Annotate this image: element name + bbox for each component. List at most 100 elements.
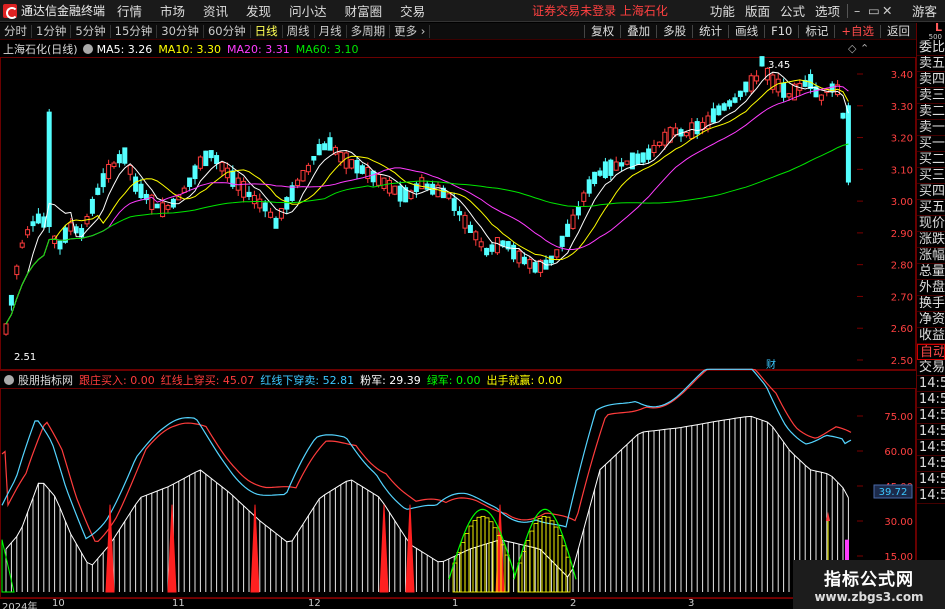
panel-item[interactable]: 买二 (917, 152, 945, 168)
panel-item[interactable]: 涨幅 (917, 248, 945, 264)
candle-body (343, 152, 349, 169)
price-tick-label: 3.40 (891, 70, 913, 81)
candle-body (127, 164, 133, 175)
candle-body (273, 217, 279, 229)
candle-body (732, 97, 738, 103)
candle-body (111, 162, 117, 168)
candle-body (122, 147, 128, 164)
panel-item[interactable]: 涨跌 (917, 232, 945, 248)
candle-body (511, 244, 517, 260)
candle-body (521, 256, 527, 265)
candle-body (435, 184, 441, 198)
candle-body (106, 164, 112, 180)
candle-body (246, 191, 252, 198)
yellow-bar (464, 533, 470, 593)
indicator-name[interactable]: 股朋指标网 (18, 372, 73, 388)
chart-settings-icons[interactable]: ◇ ⌃ (848, 42, 869, 55)
candle-body (818, 94, 824, 101)
red-line (1, 368, 852, 543)
red-spike (405, 504, 415, 593)
trade-time: 14:56 (917, 392, 945, 408)
panel-item[interactable]: 卖五 (917, 56, 945, 72)
red-spike (167, 504, 177, 593)
candle-body (737, 90, 743, 97)
panel-item[interactable]: 委比 (917, 40, 945, 56)
price-tick-label: 2.70 (891, 292, 913, 303)
candle-body (19, 242, 25, 248)
low-label: 2.51 (14, 352, 36, 363)
yellow-bar (529, 530, 535, 593)
candle-body (95, 187, 101, 195)
candle-body (716, 105, 722, 116)
panel-item[interactable]: 现价 (917, 216, 945, 232)
panel-item[interactable]: 买五 (917, 200, 945, 216)
panel-item[interactable]: 换手 (917, 296, 945, 312)
panel-item[interactable]: 卖四 (917, 72, 945, 88)
candle-body (311, 156, 317, 161)
eye-icon[interactable] (4, 375, 14, 385)
green-line (1, 539, 15, 593)
candle-body (581, 192, 587, 202)
panel-item[interactable]: 买三 (917, 168, 945, 184)
candle-body (597, 170, 603, 176)
candle-body (133, 176, 139, 192)
side-panel: L 500 委比 卖五 卖四 卖三 卖二 卖一 买一 买二 买三 买四 买五 现… (916, 22, 945, 609)
yellow-bar (545, 516, 551, 593)
panel-item[interactable]: 买一 (917, 136, 945, 152)
red-spike (379, 504, 389, 593)
candle-body (197, 156, 203, 169)
corner-n: 500 (928, 33, 942, 41)
panel-item[interactable]: 总量 (917, 264, 945, 280)
yellow-bar (553, 526, 559, 593)
cai-label: 财 (766, 358, 776, 371)
candle-body (662, 131, 668, 146)
candle-body (257, 198, 263, 209)
candle-body (446, 193, 452, 199)
indicator-green-army: 绿军: 0.00 (426, 374, 481, 387)
candle-body (624, 160, 630, 165)
candle-body (30, 221, 36, 227)
eye-icon[interactable] (82, 44, 93, 54)
candle-body (35, 213, 41, 224)
candle-body (457, 211, 463, 216)
panel-tab-auto[interactable]: 自动 (917, 344, 945, 360)
main-chart-legend: 上海石化(日线) MA5: 3.26 MA10: 3.30 MA20: 3.31… (0, 41, 364, 57)
stock-name[interactable]: 上海石化(日线) (0, 41, 78, 57)
candle-body (278, 207, 284, 219)
candle-body (592, 171, 598, 185)
panel-item[interactable]: 外盘 (917, 280, 945, 296)
candle-body (316, 144, 322, 156)
candle-body (338, 151, 344, 163)
panel-item[interactable]: 净资 (917, 312, 945, 328)
candle-body (386, 179, 392, 194)
indicator-red-down-sell: 红线下穿卖: 52.81 (260, 374, 355, 387)
candle-body (3, 323, 9, 335)
kline-chart[interactable]: 3.40 3.30 3.20 3.10 3.00 2.90 2.80 2.70 2.60 2.50… (0, 0, 916, 598)
price-tick-label: 3.00 (891, 197, 913, 208)
indicator-tick-label: 30.00 (884, 517, 913, 528)
indicator-legend: 股朋指标网 跟庄买入: 0.00 红线上穿买: 45.07 红线下穿卖: 52.… (0, 372, 568, 388)
panel-item[interactable]: 卖二 (917, 104, 945, 120)
candle-body (349, 159, 355, 169)
candle-body (370, 170, 376, 183)
price-tick-label: 2.50 (891, 356, 913, 367)
date-label: 2 (570, 598, 577, 609)
candle-body (775, 78, 781, 93)
trade-time: 14:56 (917, 376, 945, 392)
yellow-bar (533, 523, 539, 593)
candle-body (473, 231, 479, 241)
candle-body (786, 93, 792, 98)
candle-body (527, 259, 533, 269)
panel-item[interactable]: 卖一 (917, 120, 945, 136)
panel-item[interactable]: 卖三 (917, 88, 945, 104)
candle-body (208, 150, 214, 159)
panel-item[interactable]: 买四 (917, 184, 945, 200)
panel-item[interactable]: 收益 (917, 328, 945, 344)
ma10-label: MA10: 3.30 (158, 42, 222, 56)
panel-tab-trade[interactable]: 交易 (917, 360, 945, 376)
panel-corner: L 500 (917, 22, 945, 41)
candle-body (613, 161, 619, 171)
candle-body (554, 249, 560, 258)
indicator-tick-label: 75.00 (884, 412, 913, 423)
histogram-outline (5, 415, 849, 578)
